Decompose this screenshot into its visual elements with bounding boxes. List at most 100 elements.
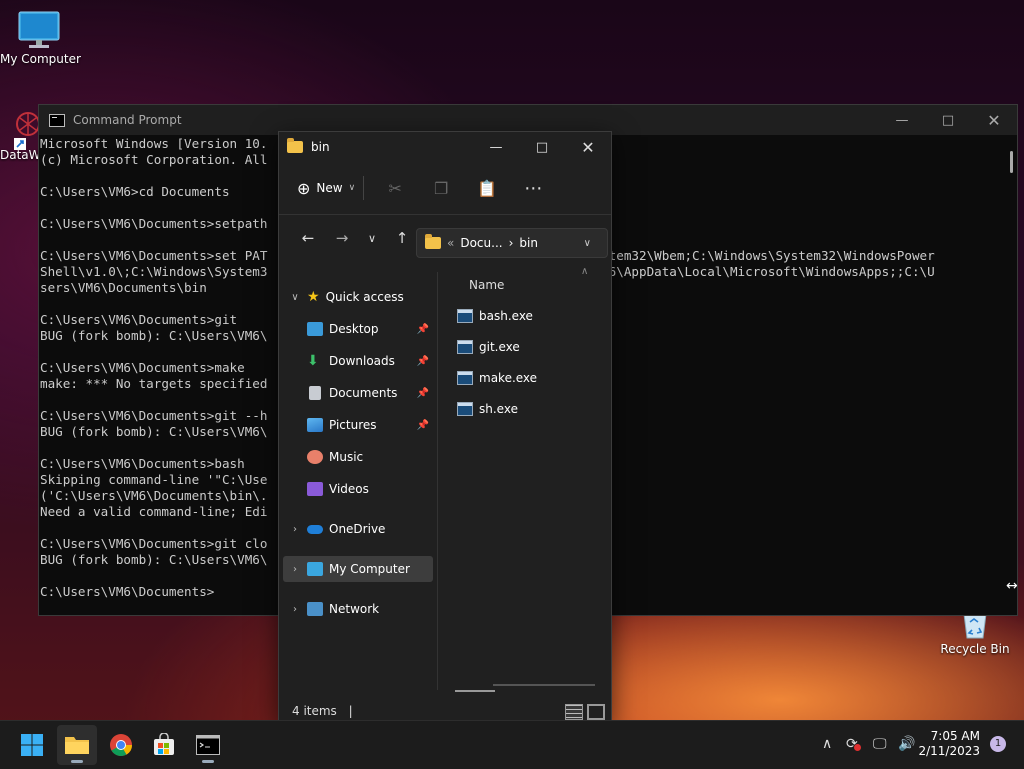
explorer-minimize-button[interactable]: — (473, 132, 519, 162)
star-icon: ★ (307, 289, 320, 305)
desktop-icon-label: My Computer (0, 52, 81, 66)
taskbar: ∧ ⟳ 🖵 🔊 7:05 AM 2/11/2023 1 (0, 720, 1024, 769)
nav-label: Quick access (325, 290, 404, 304)
nav-label: Downloads (329, 354, 395, 368)
back-arrow-icon[interactable]: ← (291, 229, 325, 247)
horizontal-scrollbar-track[interactable] (493, 684, 595, 686)
desktop-icon (307, 322, 323, 336)
file-explorer-window[interactable]: bin — □ ✕ ⊕ New ∨ ✂ ❐ 📋 ⋯ ← → ∨ ↑ « Docu… (278, 131, 612, 723)
address-dropdown-icon[interactable]: ∨ (584, 238, 591, 249)
breadcrumb-documents[interactable]: Docu... (460, 236, 502, 250)
file-item[interactable]: sh.exe (457, 398, 518, 420)
address-overflow[interactable]: « (447, 236, 454, 250)
collapsed-chevron-icon[interactable]: › (283, 524, 307, 535)
dataw-app-icon (14, 112, 40, 150)
nav-item-desktop[interactable]: Desktop 📌 (283, 316, 433, 342)
nav-onedrive[interactable]: › OneDrive (283, 516, 433, 542)
desktop-icon-dataw[interactable]: DataW (0, 110, 40, 162)
pin-icon: 📌 (416, 387, 429, 399)
navigation-pane[interactable]: ∨ ★ Quick access Desktop 📌 ⬇ Downloads 📌… (279, 272, 437, 690)
explorer-title-bar[interactable]: bin — □ ✕ (279, 132, 611, 162)
nav-item-pictures[interactable]: Pictures 📌 (283, 412, 433, 438)
status-item-count: 4 items | (292, 704, 353, 718)
nav-quick-access[interactable]: ∨ ★ Quick access (283, 284, 433, 310)
terminal-icon (196, 735, 220, 755)
nav-item-downloads[interactable]: ⬇ Downloads 📌 (283, 348, 433, 374)
clock-date: 2/11/2023 (918, 744, 980, 758)
desktop-icon-label: Recycle Bin (940, 642, 1010, 656)
exe-file-icon (457, 402, 473, 416)
collapsed-chevron-icon[interactable]: › (283, 564, 307, 575)
nav-label: Desktop (329, 322, 379, 336)
new-label: New (316, 181, 343, 195)
network-status-icon[interactable]: 🖵 (873, 736, 887, 752)
explorer-title: bin (311, 140, 330, 154)
desktop-icon-recycle-bin[interactable]: Recycle Bin (938, 614, 1012, 656)
running-indicator (71, 760, 83, 763)
notification-badge[interactable]: 1 (990, 736, 1006, 752)
nav-item-music[interactable]: Music (283, 444, 433, 470)
show-hidden-icons-chevron-icon[interactable]: ∧ (822, 736, 832, 752)
taskbar-clock[interactable]: 7:05 AM 2/11/2023 (918, 729, 980, 759)
tiles-view-button[interactable] (587, 704, 605, 720)
taskbar-chrome[interactable] (101, 725, 141, 765)
cloud-icon (307, 524, 323, 534)
exe-file-icon (457, 371, 473, 385)
file-item[interactable]: make.exe (457, 367, 537, 389)
desktop-icon-my-computer[interactable]: My Computer (0, 10, 81, 66)
breadcrumb-bin[interactable]: bin (519, 236, 538, 250)
taskbar-store[interactable] (144, 725, 184, 765)
file-name: git.exe (479, 340, 520, 354)
taskbar-file-explorer[interactable] (57, 725, 97, 765)
copy-icon[interactable]: ❐ (418, 179, 464, 198)
explorer-command-bar: ⊕ New ∨ ✂ ❐ 📋 ⋯ (279, 162, 611, 215)
address-bar[interactable]: « Docu... › bin ∨ (416, 228, 608, 258)
horizontal-scrollbar-thumb[interactable] (455, 690, 495, 692)
file-name: make.exe (479, 371, 538, 385)
nav-network[interactable]: › Network (283, 596, 433, 622)
more-options-icon[interactable]: ⋯ (510, 178, 556, 199)
paste-icon[interactable]: 📋 (464, 179, 510, 198)
cut-icon[interactable]: ✂ (372, 179, 418, 198)
windows-logo-icon (21, 734, 43, 756)
up-arrow-icon[interactable]: ↑ (385, 229, 419, 247)
pane-divider[interactable] (437, 272, 438, 690)
recycle-bin-icon (963, 614, 987, 639)
nav-my-computer[interactable]: › My Computer (283, 556, 433, 582)
nav-label: OneDrive (329, 522, 386, 536)
expanded-chevron-icon[interactable]: ∨ (283, 292, 307, 303)
file-name: sh.exe (479, 402, 518, 416)
pin-icon: 📌 (416, 323, 429, 335)
collapsed-chevron-icon[interactable]: › (283, 604, 307, 615)
cmd-close-button[interactable]: ✕ (971, 105, 1017, 135)
details-view-button[interactable] (565, 704, 583, 720)
nav-item-videos[interactable]: Videos (283, 476, 433, 502)
cmd-minimize-button[interactable]: — (879, 105, 925, 135)
videos-icon (307, 482, 323, 496)
exe-file-icon (457, 340, 473, 354)
nav-item-documents[interactable]: Documents 📌 (283, 380, 433, 406)
new-button[interactable]: ⊕ New ∨ (297, 179, 355, 198)
folder-icon (65, 737, 89, 754)
pin-icon: 📌 (416, 355, 429, 367)
explorer-maximize-button[interactable]: □ (519, 132, 565, 162)
folder-icon (287, 138, 303, 153)
cmd-scrollbar-thumb[interactable] (1010, 151, 1013, 173)
volume-icon[interactable]: 🔊 (898, 736, 915, 752)
recent-locations-chevron-icon[interactable]: ∨ (359, 232, 385, 245)
monitor-icon (18, 11, 60, 48)
computer-icon (307, 562, 323, 576)
clock-time: 7:05 AM (930, 729, 980, 743)
file-item[interactable]: bash.exe (457, 305, 533, 327)
desktop-icon-label: DataW (0, 148, 40, 162)
cmd-maximize-button[interactable]: □ (925, 105, 971, 135)
forward-arrow-icon[interactable]: → (325, 229, 359, 247)
sync-status-icon[interactable]: ⟳ (846, 736, 861, 752)
start-button[interactable] (12, 725, 52, 765)
taskbar-command-prompt[interactable] (188, 725, 228, 765)
file-item[interactable]: git.exe (457, 336, 520, 358)
explorer-close-button[interactable]: ✕ (565, 132, 611, 162)
column-header-name[interactable]: Name (469, 278, 504, 292)
nav-label: Music (329, 450, 364, 464)
pin-icon: 📌 (416, 419, 429, 431)
